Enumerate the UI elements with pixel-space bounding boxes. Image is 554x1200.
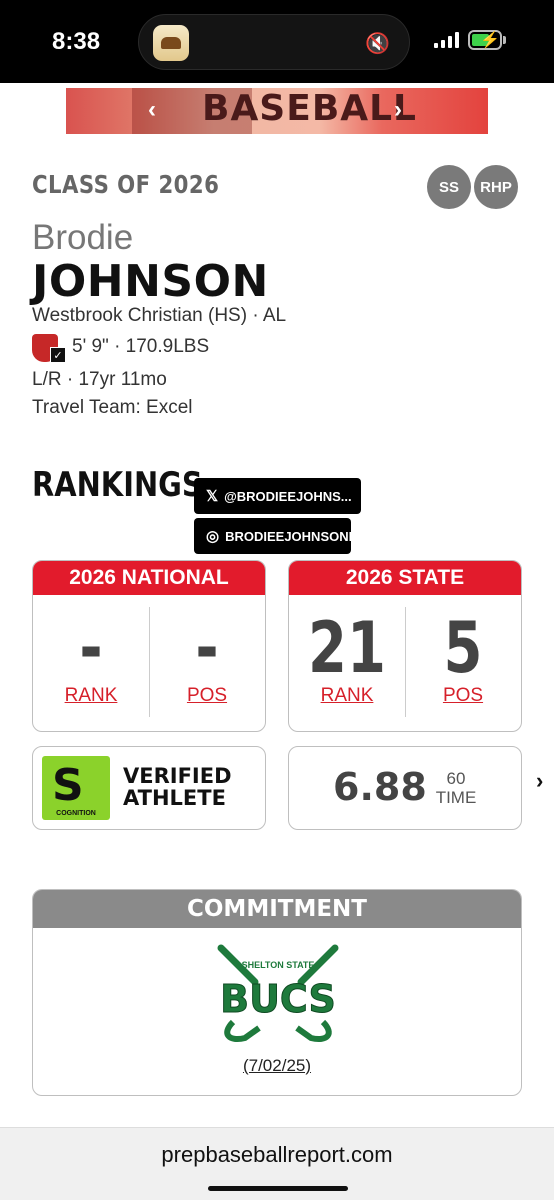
x-social-link[interactable]: 𝕏 @BRODIEEJOHNS... [194, 478, 361, 514]
verified-line2: ATHLETE [123, 786, 226, 810]
verified-line1: VERIFIED [123, 764, 232, 788]
mute-bluetooth-icon: 🔇 [365, 33, 390, 55]
banner-text: BASEBALL [202, 88, 417, 129]
state-pos-link[interactable]: POS [405, 685, 521, 707]
player-last-name: JOHNSON [32, 256, 269, 307]
player-school[interactable]: Westbrook Christian (HS) · AL [32, 305, 286, 327]
national-pos-col: - POS [149, 595, 265, 731]
logo-top-text: SHELTON STATE [242, 960, 315, 970]
browser-url-bar[interactable]: prepbaseballreport.com [0, 1127, 554, 1200]
national-rank-value: - [79, 607, 103, 689]
verified-athlete-card[interactable]: S COGNITION VERIFIED ATHLETE [32, 746, 266, 830]
commitment-card: COMMITMENT SHELTON STATE BUCS (7/02/25) [32, 889, 522, 1096]
signal-icon [434, 32, 460, 48]
status-bar: 8:38 🔇 ⚡ [0, 0, 554, 83]
verified-check-icon: ✓ [50, 347, 66, 363]
state-rank-header: 2026 STATE [289, 561, 521, 595]
player-size: 5' 9" · 170.9LBS [72, 336, 210, 357]
national-rank-link[interactable]: RANK [33, 685, 149, 707]
state-pos-value: 5 [443, 607, 483, 689]
url-text[interactable]: prepbaseballreport.com [0, 1142, 554, 1168]
chevron-right-icon[interactable]: › [536, 768, 543, 794]
dynamic-island[interactable]: 🔇 [138, 14, 410, 70]
sixty-label-line1: 60 [446, 769, 466, 788]
rankings-title: RANKINGS [32, 465, 203, 505]
chevron-left-icon[interactable]: ‹ [148, 96, 156, 124]
chevron-right-icon[interactable]: › [394, 96, 402, 124]
commitment-header: COMMITMENT [33, 890, 521, 928]
state-pos-col: 5 POS [405, 595, 521, 731]
instagram-handle: BRODIEEJOHNSONN [225, 528, 351, 544]
national-rank-col: - RANK [33, 595, 149, 731]
sixty-label-line2: TIME [435, 788, 477, 807]
app-icon[interactable] [153, 25, 189, 61]
sixty-time-label: 60 TIME [431, 769, 481, 807]
x-handle: @BRODIEEJOHNS... [224, 488, 352, 504]
sixty-time-card[interactable]: 6.88 60 TIME [288, 746, 522, 830]
state-rank-value: 21 [308, 607, 386, 689]
verified-athlete-text: VERIFIED ATHLETE [123, 765, 232, 809]
national-pos-link[interactable]: POS [149, 685, 265, 707]
class-year: CLASS OF 2026 [32, 170, 220, 199]
position-badge-ss: SS [427, 165, 471, 209]
banner-carousel[interactable]: BASEBALL ‹ › [66, 88, 488, 134]
national-pos-value: - [195, 607, 219, 689]
player-first-name: Brodie [32, 218, 134, 257]
instagram-social-link[interactable]: ◎ BRODIEEJOHNSONN [194, 518, 351, 554]
status-time: 8:38 [52, 28, 101, 55]
sixty-time-value: 6.88 [333, 765, 427, 809]
player-travel-team: Travel Team: Excel [32, 397, 193, 418]
national-rank-card: 2026 NATIONAL - RANK - POS [32, 560, 266, 732]
logo-main-text: BUCS [220, 977, 336, 1021]
national-rank-header: 2026 NATIONAL [33, 561, 265, 595]
home-indicator[interactable] [208, 1186, 348, 1191]
position-badge-rhp: RHP [474, 165, 518, 209]
state-rank-card: 2026 STATE 21 RANK 5 POS [288, 560, 522, 732]
state-rank-col: 21 RANK [289, 595, 405, 731]
instagram-icon: ◎ [206, 528, 220, 545]
shelton-state-bucs-logo[interactable]: SHELTON STATE BUCS [215, 942, 341, 1046]
battery-icon: ⚡ [468, 30, 502, 50]
cognition-logo-icon: S COGNITION [42, 756, 110, 820]
cognition-brand: COGNITION [56, 810, 96, 817]
state-rank-link[interactable]: RANK [289, 685, 405, 707]
commitment-date: (7/02/25) [242, 1056, 312, 1075]
battery-cap [503, 36, 506, 44]
x-logo-icon: 𝕏 [206, 488, 219, 505]
player-bats-throws-age: L/R · 17yr 11mo [32, 369, 167, 390]
